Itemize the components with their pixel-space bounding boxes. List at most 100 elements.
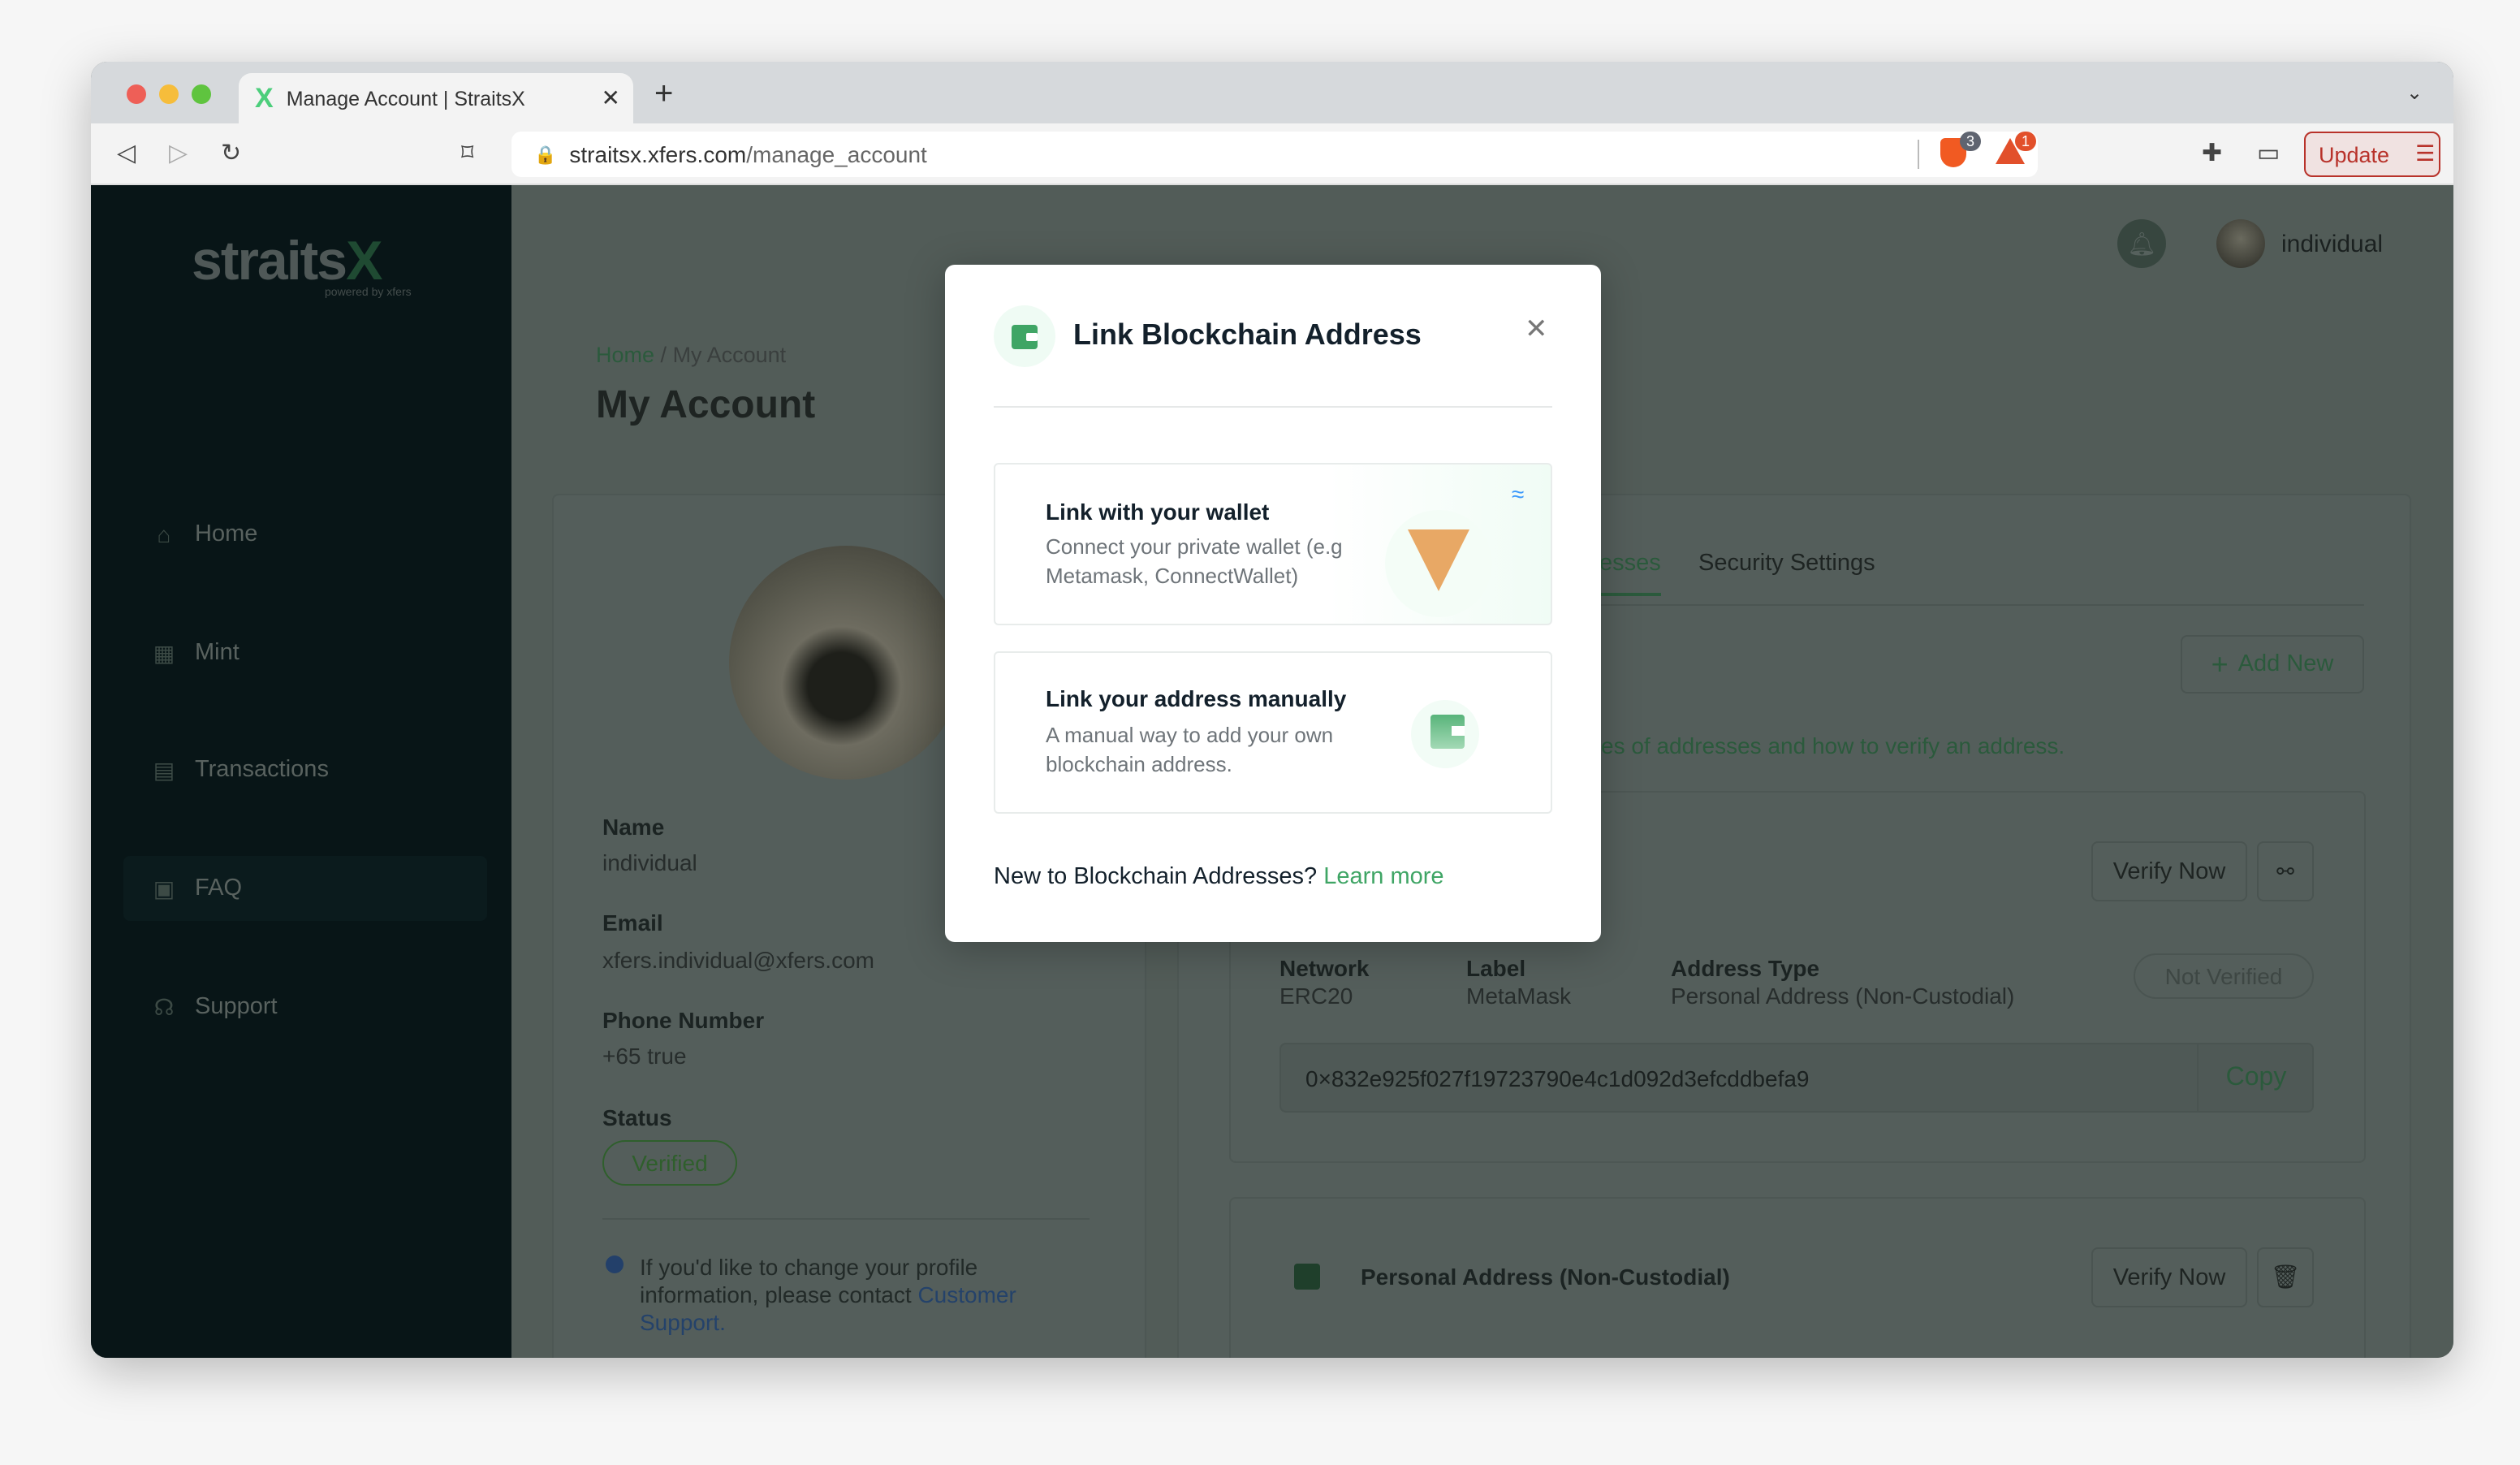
breadcrumb-current: My Account [672,343,787,367]
breadcrumb: Home / My Account [596,343,786,367]
tab-security-settings[interactable]: Security Settings [1698,551,1875,577]
add-new-button[interactable]: + Add New [2181,635,2364,694]
unlink-icon[interactable]: ⚯ [2257,841,2314,901]
tab-list-chevron-icon[interactable]: ⌄ [2406,81,2423,104]
maximize-window-button[interactable] [192,84,211,104]
tab-title: Manage Account | StraitsX [286,87,525,110]
link-wallet-option[interactable]: Link with your wallet Connect your priva… [994,463,1552,625]
menu-icon: ☰ [2415,141,2436,166]
sidebar-item-transactions[interactable]: ▤ Transactions [123,737,487,802]
rewards-badge: 1 [2015,132,2037,151]
address-value: 0×832e925f027f19723790e4c1d092d3efcddbef… [1305,1065,1810,1091]
close-window-button[interactable] [127,84,146,104]
divider [1918,140,1919,169]
address-field[interactable]: 0×832e925f027f19723790e4c1d092d3efcddbef… [1279,1043,2314,1113]
help-text: es of addresses and how to verify an add… [1601,732,2065,758]
url-host: straitsx.xfers.com [569,141,747,167]
profile-avatar [729,546,963,780]
update-button[interactable]: Update ☰ [2304,132,2440,177]
link-manually-option[interactable]: Link your address manually A manual way … [994,651,1552,814]
back-icon[interactable]: ◁ [117,138,136,167]
sidebar: straitsX powered by xfers ⌂ Home ▦ Mint ▤ T… [91,185,511,1358]
info-text: If you'd like to change your profile inf… [640,1254,1016,1335]
verify-now-button[interactable]: Verify Now [2091,841,2247,901]
option-description: A manual way to add your own blockchain … [1046,723,1334,776]
email-value: xfers.individual@xfers.com [602,947,874,973]
nav-label: Transactions [195,757,329,783]
page-title: My Account [596,383,816,427]
forward-icon[interactable]: ▷ [169,138,188,167]
nav-label: Home [195,521,258,547]
breadcrumb-home[interactable]: Home [596,343,654,367]
powered-by-text: powered by xfers [325,287,412,299]
notification-bell-icon[interactable]: 🔔︎ [2117,219,2166,268]
modal-title: Link Blockchain Address [1073,318,1422,351]
sidebar-item-support[interactable]: ☊ Support [123,975,487,1039]
home-icon: ⌂ [157,521,171,547]
option-title: Link with your wallet [1046,499,1270,525]
label-value: MetaMask [1466,983,1572,1009]
username[interactable]: individual [2281,231,2383,258]
address-bar[interactable]: 🔒 straitsx.xfers.com/manage_account 3 1 [511,132,2038,177]
wallet-icon[interactable]: ▭ [2257,138,2280,167]
nav-label: Mint [195,640,239,666]
tab-bar: X Manage Account | StraitsX ✕ + ⌄ [91,62,2453,123]
mint-icon: ▦ [153,640,175,666]
option-title: Link your address manually [1046,685,1347,711]
phone-label: Phone Number [602,1007,765,1033]
modal-footer: New to Blockchain Addresses? Learn more [994,864,1444,890]
verify-now-button[interactable]: Verify Now [2091,1247,2247,1307]
lock-icon: 🔒 [534,145,557,165]
network-value: ERC20 [1279,983,1353,1009]
browser-toolbar: ◁ ▷ ↻ ⌑ 🔒 straitsx.xfers.com/manage_acco… [91,123,2453,185]
tab-blockchain-addresses[interactable]: esses [1599,551,1661,596]
modal-wallet-icon [994,305,1055,367]
phone-value: +65 true [602,1043,687,1069]
browser-window: X Manage Account | StraitsX ✕ + ⌄ ◁ ▷ ↻ … [91,62,2453,1358]
browser-tab[interactable]: X Manage Account | StraitsX ✕ [239,73,633,123]
trash-icon[interactable]: 🗑︎ [2257,1247,2314,1307]
new-tab-icon[interactable]: + [654,76,673,114]
transactions-icon: ▤ [153,757,175,783]
label-label: Label [1466,955,1526,981]
wallet-icon [1294,1264,1320,1290]
nav-label: FAQ [195,875,243,901]
url-path: /manage_account [746,141,927,167]
name-label: Name [602,814,665,840]
name-value: individual [602,849,697,875]
bookmark-icon[interactable]: ⌑ [461,138,473,167]
plus-icon: + [2211,647,2229,680]
user-avatar[interactable] [2216,219,2265,268]
metamask-fox-icon [1408,529,1469,591]
sidebar-item-faq[interactable]: ▣ FAQ [123,856,487,921]
copy-button[interactable]: Copy [2197,1044,2314,1111]
option-description: Connect your private wallet (e.g Metamas… [1046,534,1343,588]
network-label: Network [1279,955,1370,981]
brave-badge: 3 [1960,132,1982,151]
verified-badge: Verified [602,1140,737,1186]
email-label: Email [602,910,663,936]
close-icon[interactable]: ✕ [1525,313,1548,346]
address-title: Personal Address (Non-Custodial) [1361,1264,1730,1290]
breadcrumb-separator: / [654,343,673,367]
status-label: Status [602,1104,672,1130]
minimize-window-button[interactable] [159,84,179,104]
close-tab-icon[interactable]: ✕ [602,84,620,112]
straitsx-logo[interactable]: straitsX [192,231,382,294]
faq-icon: ▣ [153,875,175,901]
learn-more-link[interactable]: Learn more [1323,864,1443,890]
sidebar-item-home[interactable]: ⌂ Home [123,502,487,567]
info-icon [606,1255,624,1273]
headset-icon: ☊ [153,994,175,1020]
nav-label: Support [195,994,278,1020]
address-type-value: Personal Address (Non-Custodial) [1671,983,2015,1009]
divider [602,1218,1090,1220]
reload-icon[interactable]: ↻ [221,138,241,167]
add-new-label: Add New [2237,651,2334,677]
address-type-label: Address Type [1671,955,1820,981]
sidebar-item-mint[interactable]: ▦ Mint [123,620,487,685]
extensions-puzzle-icon[interactable]: ✚ [2202,138,2222,167]
verify-address-link[interactable]: verify an address. [1885,732,2065,758]
walletconnect-icon: ≈ [1512,481,1525,507]
straitsx-favicon-icon: X [255,82,274,113]
